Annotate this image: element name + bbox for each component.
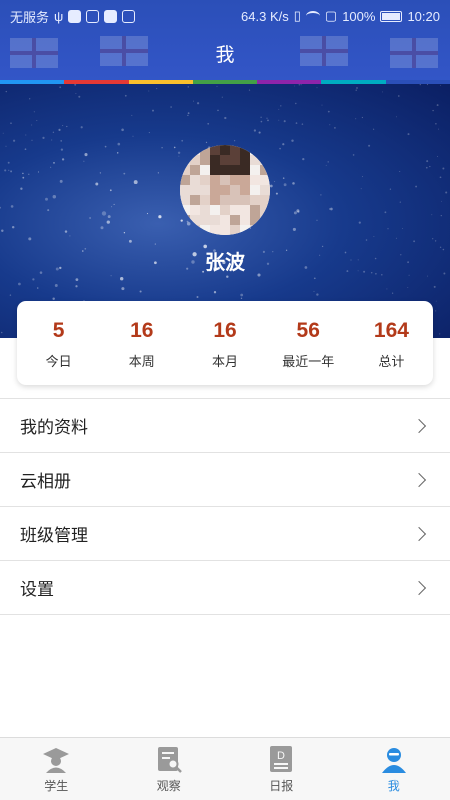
graduate-icon bbox=[43, 748, 70, 773]
stat-label: 今日 bbox=[45, 355, 72, 370]
stat-label: 本周 bbox=[128, 355, 155, 370]
tab-label: 日报 bbox=[269, 779, 294, 793]
sim-icon: ▢ bbox=[324, 8, 338, 23]
stats-card: 5 今日 16 本周 16 本月 56 最近一年 164 总计 bbox=[17, 301, 433, 385]
stat-month: 16 本月 bbox=[183, 301, 266, 385]
tab-label: 我 bbox=[387, 779, 400, 793]
observe-icon bbox=[157, 747, 182, 773]
clock: 10:20 bbox=[407, 8, 440, 24]
avatar[interactable] bbox=[180, 145, 270, 235]
stat-week: 16 本周 bbox=[100, 301, 183, 385]
carrier-text: 无服务 bbox=[10, 9, 50, 25]
stat-total: 164 总计 bbox=[350, 301, 433, 385]
daily-report-icon: D bbox=[270, 746, 293, 772]
chevron-right-icon bbox=[411, 472, 427, 487]
news-notification-icon bbox=[104, 9, 118, 23]
menu-item-label: 我的资料 bbox=[20, 418, 88, 438]
menu-item-class-management[interactable]: 班级管理 bbox=[0, 507, 450, 561]
bottom-tab-bar: 学生 观察 D 日报 我 bbox=[0, 737, 450, 800]
menu-item-label: 班级管理 bbox=[20, 526, 88, 546]
tab-students[interactable]: 学生 bbox=[0, 738, 113, 800]
menu-item-label: 云相册 bbox=[20, 472, 71, 492]
page-title: 我 bbox=[215, 44, 235, 66]
settings-menu: 我的资料 云相册 班级管理 设置 bbox=[0, 398, 450, 615]
profile-banner: 张波 bbox=[0, 84, 450, 338]
tab-observe[interactable]: 观察 bbox=[113, 738, 226, 800]
menu-item-settings[interactable]: 设置 bbox=[0, 561, 450, 615]
stat-label: 最近一年 bbox=[282, 355, 335, 370]
app-notification-icon bbox=[68, 9, 82, 23]
vibrate-icon: ▯ bbox=[293, 8, 301, 23]
stat-value: 16 bbox=[213, 319, 237, 342]
tab-daily-report[interactable]: D 日报 bbox=[225, 738, 338, 800]
tab-me[interactable]: 我 bbox=[338, 738, 450, 800]
stat-label: 本月 bbox=[212, 355, 239, 370]
stat-label: 总计 bbox=[378, 355, 405, 370]
stat-value: 5 bbox=[52, 319, 65, 342]
stat-value: 164 bbox=[373, 319, 409, 342]
menu-item-label: 设置 bbox=[20, 580, 54, 600]
usb-icon: ψ bbox=[54, 8, 64, 24]
chevron-right-icon bbox=[411, 418, 427, 433]
svg-text:D: D bbox=[277, 750, 285, 762]
me-icon bbox=[381, 748, 406, 773]
chevron-right-icon bbox=[411, 580, 427, 595]
status-bar: 无服务 ψ 64.3 K/s ▯ ▢ 100% 10:20 bbox=[0, 0, 450, 32]
menu-item-cloud-album[interactable]: 云相册 bbox=[0, 453, 450, 507]
battery-percent: 100% bbox=[342, 8, 376, 24]
app-header: 无服务 ψ 64.3 K/s ▯ ▢ 100% 10:20 我 bbox=[0, 0, 450, 84]
network-speed: 64.3 K/s bbox=[241, 8, 289, 24]
wifi-icon bbox=[305, 11, 320, 21]
menu-item-my-profile[interactable]: 我的资料 bbox=[0, 399, 450, 453]
stat-today: 5 今日 bbox=[17, 301, 100, 385]
stat-value: 16 bbox=[130, 319, 154, 342]
stat-value: 56 bbox=[296, 319, 320, 342]
user-name: 张波 bbox=[205, 250, 245, 274]
chevron-right-icon bbox=[411, 526, 427, 541]
battery-icon bbox=[380, 10, 403, 22]
browser-notification-icon bbox=[86, 9, 100, 23]
tab-label: 学生 bbox=[44, 779, 69, 793]
stat-year: 56 最近一年 bbox=[267, 301, 350, 385]
tab-label: 观察 bbox=[156, 779, 181, 793]
gallery-notification-icon bbox=[122, 9, 136, 23]
